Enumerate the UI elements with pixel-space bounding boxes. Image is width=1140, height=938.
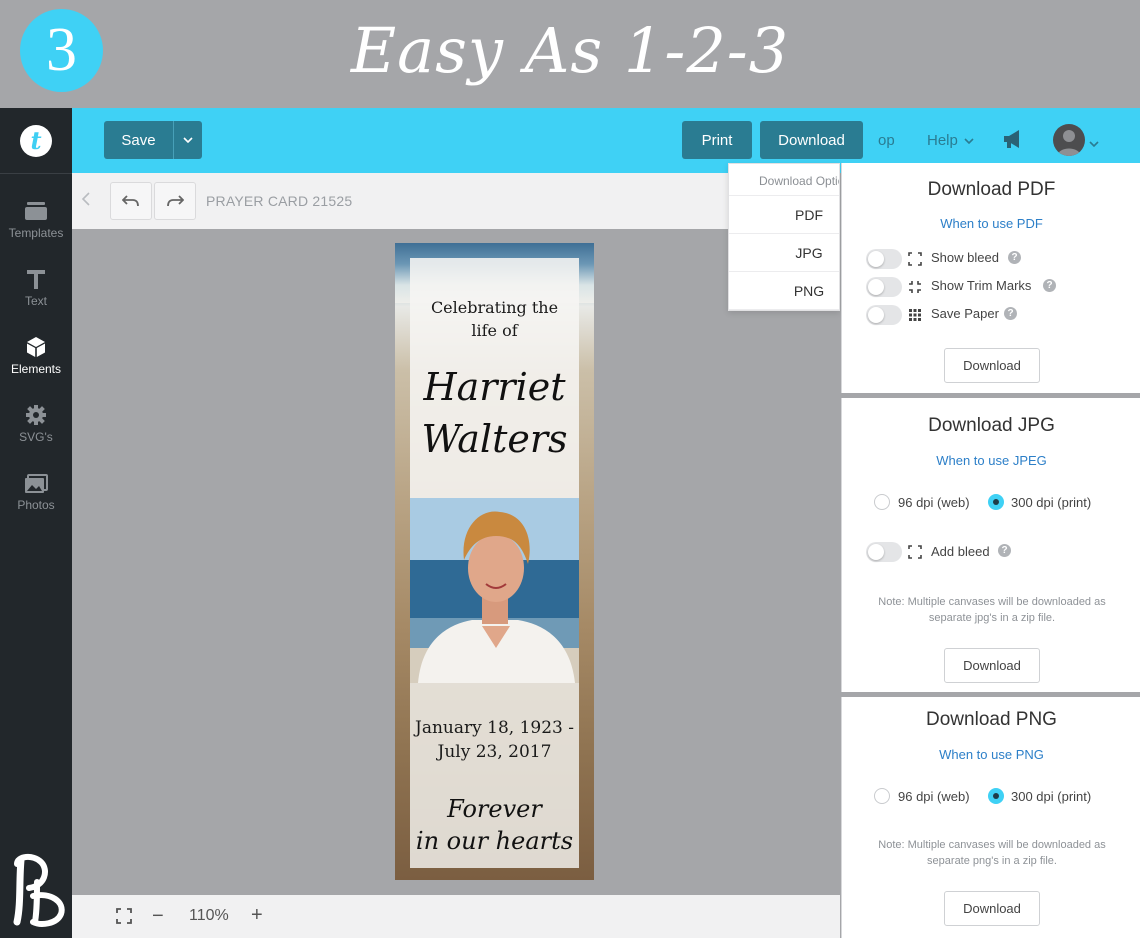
brand-logo [0, 850, 72, 930]
card-name-text[interactable]: Harriet Walters [410, 361, 579, 465]
sidebar-item-text[interactable]: Text [0, 260, 72, 320]
download-pdf-button[interactable]: Download [944, 348, 1040, 383]
zoom-out-button[interactable]: − [152, 905, 164, 928]
app-logo[interactable]: t [0, 108, 72, 174]
download-option-pdf[interactable]: PDF [729, 196, 839, 234]
jpg-96dpi-label: 96 dpi (web) [898, 495, 970, 510]
help-icon[interactable]: ? [1004, 307, 1017, 320]
avatar[interactable] [1053, 124, 1085, 156]
trim-marks-icon [908, 280, 922, 294]
zoom-level: 110% [189, 907, 229, 924]
portrait-photo[interactable] [410, 498, 579, 683]
jpg-note: Note: Multiple canvases will be download… [878, 596, 1106, 624]
document-title[interactable]: PRAYER CARD 21525 [206, 193, 352, 209]
megaphone-icon[interactable] [1002, 128, 1024, 155]
jpg-300dpi-radio[interactable] [988, 494, 1004, 510]
download-png-button[interactable]: Download [944, 891, 1040, 926]
card-dates-text[interactable]: January 18, 1923 - July 23, 2017 [410, 716, 579, 764]
card-celebrating-text[interactable]: Celebrating the life of [410, 296, 579, 342]
text-icon [0, 260, 72, 290]
save-paper-label: Save Paper [931, 306, 999, 321]
download-option-jpg[interactable]: JPG [729, 234, 839, 272]
banner: 3 Easy As 1-2-3 [0, 0, 1140, 108]
show-trim-marks-label: Show Trim Marks [931, 278, 1032, 293]
back-chevron-icon[interactable] [81, 192, 90, 211]
card-closing-text[interactable]: Forever in our hearts [410, 793, 579, 857]
jpg-96dpi-radio[interactable] [874, 494, 890, 510]
png-96dpi-radio[interactable] [874, 788, 890, 804]
sidebar-item-svgs[interactable]: SVG's [0, 396, 72, 456]
download-option-png[interactable]: PNG [729, 272, 839, 310]
save-button[interactable]: Save [104, 121, 202, 159]
when-to-use-pdf-link[interactable]: When to use PDF [842, 216, 1140, 231]
zoom-in-button[interactable]: + [251, 904, 263, 927]
toolbar-truncated-label[interactable]: op [878, 132, 895, 149]
show-bleed-label: Show bleed [931, 250, 999, 265]
help-label: Help [927, 132, 958, 149]
png-96dpi-label: 96 dpi (web) [898, 789, 970, 804]
undo-icon [122, 195, 139, 207]
chevron-down-icon[interactable] [1089, 134, 1099, 152]
design-canvas[interactable]: Celebrating the life of Harriet Walters [72, 229, 840, 895]
sidebar-item-templates[interactable]: Templates [0, 192, 72, 252]
show-bleed-toggle[interactable] [866, 249, 902, 269]
download-options-header: Download Options [729, 164, 839, 196]
left-sidebar: t Templates Text Elements SVG's Photos [0, 108, 72, 938]
fit-screen-icon[interactable] [116, 908, 132, 929]
save-dropdown-chevron-icon[interactable] [174, 121, 202, 159]
panel-title: Download JPG [928, 415, 1055, 436]
show-trim-marks-toggle[interactable] [866, 277, 902, 297]
add-bleed-label: Add bleed [931, 544, 990, 559]
sidebar-item-elements[interactable]: Elements [0, 328, 72, 388]
banner-title: Easy As 1-2-3 [350, 14, 790, 87]
image-icon [0, 464, 72, 494]
when-to-use-jpeg-link[interactable]: When to use JPEG [842, 453, 1140, 468]
help-icon[interactable]: ? [1043, 279, 1056, 292]
sidebar-item-label: Templates [8, 226, 64, 240]
png-note: Note: Multiple canvases will be download… [878, 839, 1106, 867]
help-menu[interactable]: Help [927, 132, 974, 149]
add-bleed-toggle[interactable] [866, 542, 902, 562]
document-bar: PRAYER CARD 21525 [72, 173, 840, 229]
bleed-icon [908, 545, 922, 559]
sidebar-item-label: Elements [10, 362, 62, 376]
when-to-use-png-link[interactable]: When to use PNG [842, 747, 1140, 762]
help-icon[interactable]: ? [1008, 251, 1021, 264]
download-options-menu: Download Options PDF JPG PNG [728, 163, 840, 311]
download-jpg-button[interactable]: Download [944, 648, 1040, 683]
grid-icon [908, 308, 922, 322]
sidebar-item-label: Photos [17, 498, 55, 512]
cube-icon [0, 328, 72, 358]
jpg-300dpi-label: 300 dpi (print) [1011, 495, 1092, 510]
panel-title: Download PNG [926, 709, 1057, 730]
png-300dpi-label: 300 dpi (print) [1011, 789, 1092, 804]
zoom-bar: − 110% + [72, 895, 840, 938]
download-pdf-panel: Download PDF When to use PDF Show bleed … [841, 163, 1140, 393]
layers-icon [0, 192, 72, 222]
redo-icon [167, 195, 184, 207]
undo-button[interactable] [110, 182, 152, 220]
bleed-icon [908, 252, 922, 266]
help-icon[interactable]: ? [998, 544, 1011, 557]
redo-button[interactable] [154, 182, 196, 220]
app-logo-icon: t [20, 124, 52, 157]
save-paper-toggle[interactable] [866, 305, 902, 325]
save-button-label[interactable]: Save [104, 121, 174, 159]
download-png-panel: Download PNG When to use PNG 96 dpi (web… [841, 697, 1140, 938]
gear-icon [0, 396, 72, 426]
panel-title: Download PDF [927, 179, 1056, 200]
print-button[interactable]: Print [682, 121, 752, 159]
download-jpg-panel: Download JPG When to use JPEG 96 dpi (we… [841, 398, 1140, 692]
chevron-down-icon [964, 137, 974, 144]
sidebar-item-label: SVG's [19, 430, 53, 444]
png-300dpi-radio[interactable] [988, 788, 1004, 804]
download-button[interactable]: Download [760, 121, 863, 159]
prayer-card[interactable]: Celebrating the life of Harriet Walters [395, 243, 594, 880]
sidebar-item-label: Text [24, 294, 47, 308]
sidebar-item-photos[interactable]: Photos [0, 464, 72, 524]
